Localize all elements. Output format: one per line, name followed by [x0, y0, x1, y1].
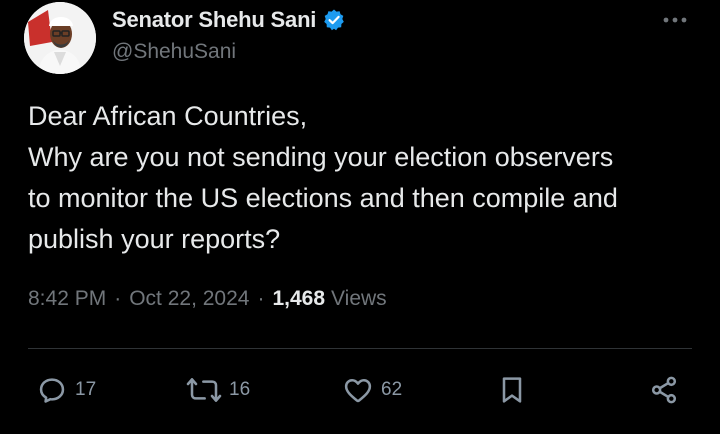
tweet-text-line: publish your reports? — [28, 224, 281, 254]
repost-button[interactable]: 16 — [186, 370, 250, 410]
tweet-time[interactable]: 8:42 PM — [28, 287, 106, 311]
like-button[interactable]: 62 — [342, 370, 402, 410]
divider — [28, 348, 692, 349]
more-horizontal-icon[interactable] — [660, 8, 690, 32]
tweet-date[interactable]: Oct 22, 2024 — [129, 287, 249, 311]
author-display-name[interactable]: Senator Shehu Sani — [112, 7, 316, 33]
bookmark-icon — [502, 377, 522, 403]
tweet: Senator Shehu Sani @ShehuSani Dear Afric… — [0, 0, 720, 434]
reply-count: 17 — [75, 379, 97, 400]
share-icon — [651, 376, 677, 404]
author-name-row: Senator Shehu Sani — [112, 4, 346, 36]
like-count: 62 — [381, 379, 403, 400]
meta-separator: · — [114, 287, 122, 310]
views-count[interactable]: 1,468 — [272, 287, 325, 311]
tweet-text-line: Why are you not sending your election ob… — [28, 142, 614, 172]
bookmark-button[interactable] — [496, 370, 528, 410]
tweet-meta: 8:42 PM · Oct 22, 2024 · 1,468 Views — [28, 287, 387, 311]
repost-count: 16 — [229, 379, 251, 400]
tweet-text-line: to monitor the US elections and then com… — [28, 183, 618, 213]
avatar-image — [24, 2, 96, 74]
tweet-text: Dear African Countries, Why are you not … — [28, 96, 708, 260]
views-label: Views — [331, 287, 387, 310]
reply-button[interactable]: 17 — [36, 370, 96, 410]
tweet-text-line: Dear African Countries, — [28, 101, 308, 131]
avatar[interactable] — [24, 2, 96, 74]
author-handle[interactable]: @ShehuSani — [112, 40, 236, 64]
reply-icon — [39, 378, 65, 403]
repost-icon — [186, 378, 222, 402]
share-button[interactable] — [648, 370, 680, 410]
meta-separator: · — [257, 287, 265, 310]
verified-badge-icon[interactable] — [322, 8, 346, 32]
heart-icon — [344, 379, 372, 403]
